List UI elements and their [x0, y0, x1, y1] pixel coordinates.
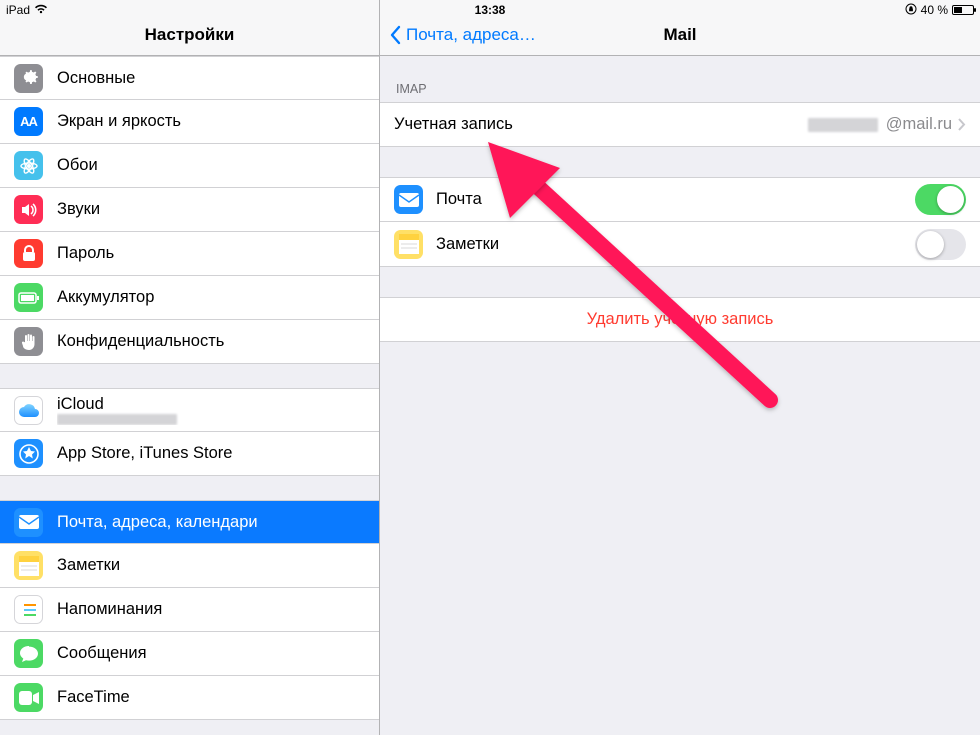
imap-section-header: IMAP	[380, 56, 980, 102]
sidebar-item-label: iCloud	[57, 395, 369, 414]
sidebar-item-general[interactable]: Основные	[0, 56, 379, 100]
sidebar-item-sounds[interactable]: Звуки	[0, 188, 379, 232]
battery-icon	[952, 5, 974, 15]
delete-account-button[interactable]: Удалить учетную запись	[380, 297, 980, 342]
sidebar-item-label: Заметки	[57, 556, 369, 575]
battery-percent: 40 %	[921, 3, 948, 17]
service-row-mail_svc: Почта	[380, 177, 980, 222]
reminders-icon	[14, 595, 43, 624]
appstore-icon	[14, 439, 43, 468]
hand-icon	[14, 327, 43, 356]
sidebar-item-label: FaceTime	[57, 688, 369, 707]
flower-icon	[14, 151, 43, 180]
services-group: Почта Заметки	[380, 177, 980, 267]
sidebar-item-facetime[interactable]: FaceTime	[0, 676, 379, 720]
sidebar-item-label: Основные	[57, 69, 369, 88]
orientation-lock-icon	[905, 3, 917, 18]
lock-icon	[14, 239, 43, 268]
notes-icon	[394, 230, 423, 259]
chevron-left-icon	[388, 25, 402, 45]
cloud-icon	[14, 396, 43, 425]
device-label: iPad	[6, 3, 30, 17]
status-bar: iPad 13:38 40 %	[0, 0, 980, 20]
detail-title: Mail	[663, 25, 696, 45]
sidebar-item-label: App Store, iTunes Store	[57, 444, 369, 463]
sidebar-item-privacy[interactable]: Конфиденциальность	[0, 320, 379, 364]
detail-pane: Почта, адреса… Mail IMAP Учетная запись …	[380, 0, 980, 735]
sidebar-item-label: Экран и яркость	[57, 112, 369, 131]
sidebar-item-label: Обои	[57, 156, 369, 175]
sidebar-item-label: Пароль	[57, 244, 369, 263]
sidebar-item-label: Сообщения	[57, 644, 369, 663]
wifi-icon	[34, 3, 48, 17]
account-label: Учетная запись	[394, 115, 513, 134]
account-row[interactable]: Учетная запись @mail.ru	[380, 102, 980, 147]
account-value: @mail.ru	[886, 115, 952, 134]
AA-icon: AA	[14, 107, 43, 136]
sidebar-item-icloud[interactable]: iCloud	[0, 388, 379, 432]
sidebar-item-label: Конфиденциальность	[57, 332, 369, 351]
status-time: 13:38	[475, 3, 506, 17]
toggle-mail_svc[interactable]	[915, 184, 966, 215]
mail-icon	[394, 185, 423, 214]
notes-icon	[14, 551, 43, 580]
sidebar-item-display[interactable]: AA Экран и яркость	[0, 100, 379, 144]
service-label: Почта	[436, 190, 482, 209]
sidebar-item-passcode[interactable]: Пароль	[0, 232, 379, 276]
chevron-right-icon	[958, 118, 966, 131]
settings-sidebar: Настройки Основные AA Экран и яркость Обои З…	[0, 0, 380, 735]
sidebar-item-label: Аккумулятор	[57, 288, 369, 307]
sidebar-item-notes[interactable]: Заметки	[0, 544, 379, 588]
video-icon	[14, 683, 43, 712]
back-button[interactable]: Почта, адреса…	[388, 25, 536, 45]
sidebar-item-label: Почта, адреса, календари	[57, 513, 369, 532]
battery-icon	[14, 283, 43, 312]
sidebar-item-appstore[interactable]: App Store, iTunes Store	[0, 432, 379, 476]
icloud-account-redacted	[57, 414, 177, 425]
service-row-notes_svc: Заметки	[380, 222, 980, 267]
speaker-icon	[14, 195, 43, 224]
sidebar-item-messages[interactable]: Сообщения	[0, 632, 379, 676]
service-label: Заметки	[436, 235, 499, 254]
gear-icon	[14, 64, 43, 93]
detail-content: IMAP Учетная запись @mail.ru Почта Заметк…	[380, 56, 980, 735]
mail-icon	[14, 508, 43, 537]
sidebar-item-wallpaper[interactable]: Обои	[0, 144, 379, 188]
account-value-redacted	[808, 118, 878, 132]
delete-label: Удалить учетную запись	[587, 310, 774, 329]
toggle-notes_svc[interactable]	[915, 229, 966, 260]
message-icon	[14, 639, 43, 668]
sidebar-item-reminders[interactable]: Напоминания	[0, 588, 379, 632]
sidebar-item-label: Звуки	[57, 200, 369, 219]
sidebar-item-label: Напоминания	[57, 600, 369, 619]
back-label: Почта, адреса…	[406, 25, 536, 45]
sidebar-list[interactable]: Основные AA Экран и яркость Обои Звуки Пароль…	[0, 56, 379, 735]
sidebar-item-battery[interactable]: Аккумулятор	[0, 276, 379, 320]
sidebar-title: Настройки	[145, 25, 235, 45]
sidebar-item-mail[interactable]: Почта, адреса, календари	[0, 500, 379, 544]
